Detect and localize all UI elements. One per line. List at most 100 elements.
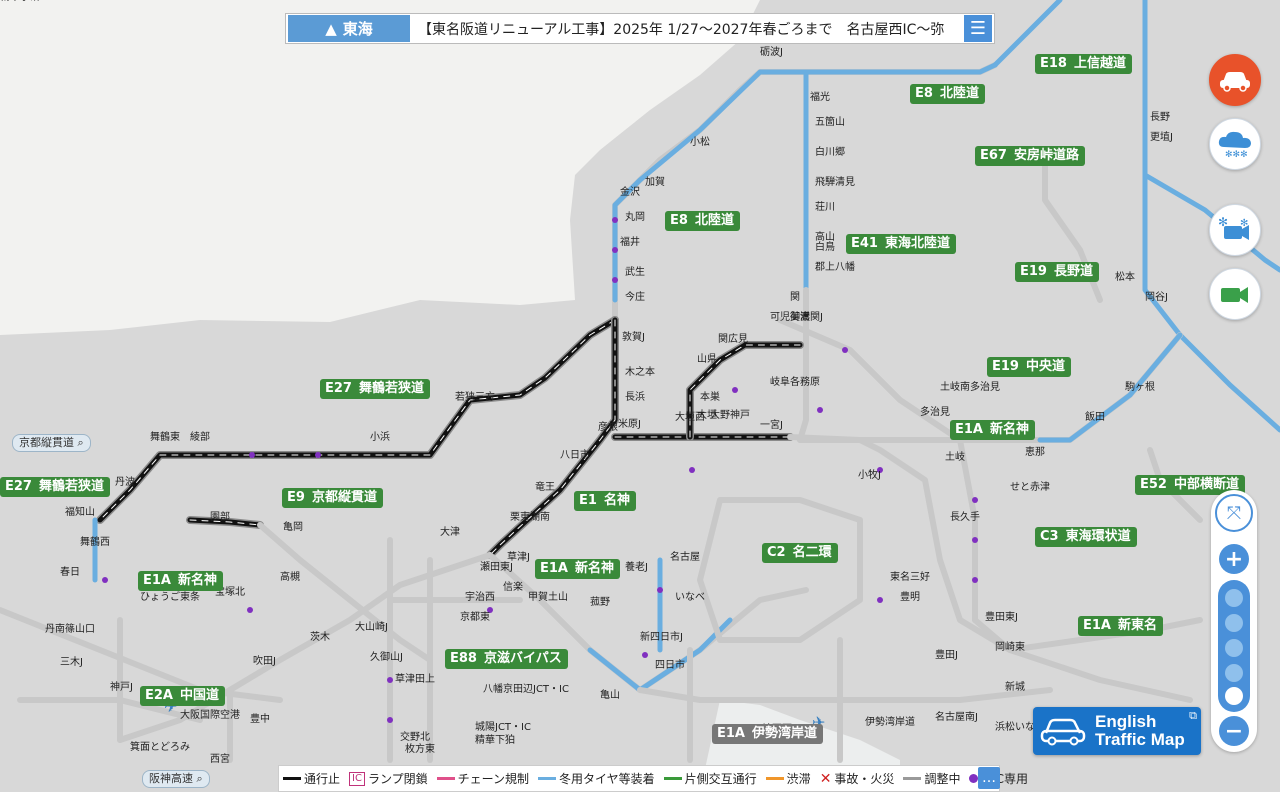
- place-label[interactable]: 本巣: [700, 390, 720, 403]
- etc-marker[interactable]: [817, 407, 823, 413]
- route-badge[interactable]: E9 京都縦貫道: [282, 488, 383, 508]
- place-label[interactable]: 京都東: [460, 610, 490, 623]
- place-label[interactable]: 栗東湖南: [510, 510, 550, 523]
- place-label[interactable]: 可児御嵩: [770, 310, 810, 323]
- place-label[interactable]: 更埴J: [1150, 130, 1173, 143]
- place-label[interactable]: 八日市: [560, 448, 590, 461]
- notice-bar[interactable]: ▲ 東海 【東名阪道リニューアル工事】2025年 1/27〜2027年春ごろまで…: [285, 13, 995, 44]
- place-label[interactable]: 山県: [697, 353, 717, 365]
- etc-marker[interactable]: [972, 537, 978, 543]
- route-badge[interactable]: E41 東海北陸道: [846, 234, 956, 254]
- zoom-out-button[interactable]: −: [1219, 716, 1249, 746]
- place-label[interactable]: 砺波J: [760, 45, 783, 58]
- place-label[interactable]: 荘川: [815, 201, 835, 213]
- etc-marker[interactable]: [247, 607, 253, 613]
- place-label[interactable]: 信楽: [503, 580, 523, 593]
- place-label[interactable]: 豊中: [250, 712, 270, 725]
- place-label[interactable]: いなべ: [675, 591, 705, 603]
- place-label[interactable]: 彦根: [598, 420, 618, 433]
- route-badge[interactable]: E1A 新東名: [1078, 616, 1164, 636]
- place-label[interactable]: 八幡京田辺JCT・IC: [483, 682, 569, 695]
- place-label[interactable]: 名古屋南J: [935, 710, 978, 723]
- place-label[interactable]: 甲賀土山: [528, 590, 568, 603]
- place-label[interactable]: 長野: [1150, 111, 1170, 123]
- place-label[interactable]: 丸岡: [625, 210, 645, 223]
- route-badge[interactable]: C2 名二環: [762, 543, 838, 563]
- route-badge[interactable]: E67 安房峠道路: [975, 146, 1085, 166]
- route-badge[interactable]: E8 北陸道: [665, 211, 740, 231]
- place-label[interactable]: 五箇山: [815, 115, 845, 128]
- etc-marker[interactable]: [972, 577, 978, 583]
- place-label[interactable]: 福知山: [65, 505, 95, 518]
- place-label[interactable]: 四日市: [655, 658, 685, 671]
- place-label[interactable]: 米原J: [618, 417, 641, 430]
- etc-marker[interactable]: [612, 247, 618, 253]
- etc-marker[interactable]: [842, 347, 848, 353]
- region-selector[interactable]: ▲ 東海: [288, 15, 410, 42]
- place-label[interactable]: 多治見: [920, 405, 950, 418]
- zoom-step[interactable]: [1225, 614, 1243, 632]
- route-badge[interactable]: E8 北陸道: [910, 84, 985, 104]
- place-label[interactable]: 恵那: [1025, 445, 1045, 458]
- place-label[interactable]: 一宮J: [760, 418, 783, 431]
- etc-marker[interactable]: [732, 387, 738, 393]
- route-badge[interactable]: E1A 新名神: [138, 571, 224, 591]
- place-label[interactable]: 舞鶴東: [150, 430, 180, 443]
- place-label[interactable]: 東名三好: [890, 570, 930, 583]
- place-label[interactable]: 精華学研: [0, 0, 40, 3]
- etc-marker[interactable]: [612, 217, 618, 223]
- menu-button[interactable]: ☰: [964, 15, 992, 42]
- place-label[interactable]: 高槻: [280, 570, 300, 583]
- place-label[interactable]: せと赤津: [1010, 481, 1050, 493]
- place-label[interactable]: 丹南篠山口: [45, 622, 95, 635]
- place-label[interactable]: 大津: [440, 525, 460, 538]
- snow-camera-button[interactable]: ✻ ✻: [1209, 204, 1261, 256]
- zoom-in-button[interactable]: +: [1219, 544, 1249, 574]
- place-label[interactable]: 舞鶴西: [80, 535, 110, 548]
- place-label[interactable]: 宇治西: [465, 590, 495, 603]
- place-label[interactable]: 亀山: [600, 688, 620, 701]
- traffic-map[interactable]: 大阪国際空港中部国際空港敦賀J米原J一宮J小牧J吹田J豊田J長野更埴J岡谷J福光…: [0, 0, 1280, 792]
- place-label[interactable]: 加賀: [645, 176, 665, 188]
- place-label[interactable]: 土岐: [945, 450, 965, 463]
- legend-more-button[interactable]: …: [978, 767, 1000, 789]
- zoom-thumb[interactable]: [1225, 687, 1243, 705]
- place-label[interactable]: 大野神戸: [710, 408, 750, 421]
- place-label[interactable]: 白川郷: [815, 145, 845, 158]
- place-label[interactable]: 交野北: [400, 730, 430, 743]
- route-badge[interactable]: E19 中央道: [987, 357, 1071, 377]
- route-badge[interactable]: E1 名神: [574, 491, 636, 511]
- place-label[interactable]: 飯田: [1085, 410, 1105, 423]
- place-label[interactable]: 西宮: [210, 752, 230, 765]
- place-label[interactable]: 大阪国際空港: [180, 708, 240, 721]
- route-badge[interactable]: E1A 新名神: [950, 420, 1036, 440]
- place-label[interactable]: ひょうご東条: [140, 590, 200, 603]
- place-label[interactable]: 名古屋: [670, 550, 700, 563]
- place-label[interactable]: 神戸J: [110, 680, 133, 693]
- english-traffic-map-button[interactable]: English Traffic Map ⧉: [1033, 707, 1201, 755]
- route-badge[interactable]: E19 長野道: [1015, 262, 1099, 282]
- place-label[interactable]: 精華下狛: [475, 733, 515, 746]
- etc-marker[interactable]: [689, 467, 695, 473]
- place-label[interactable]: 豊田J: [935, 648, 958, 661]
- weather-button[interactable]: ✻✻✻: [1209, 118, 1261, 170]
- route-badge[interactable]: E27 舞鶴若狭道: [320, 379, 430, 399]
- etc-marker[interactable]: [315, 452, 321, 458]
- place-label[interactable]: 土岐南多治見: [940, 380, 1000, 393]
- place-label[interactable]: 草津田上: [395, 673, 435, 685]
- etc-marker[interactable]: [642, 652, 648, 658]
- place-label[interactable]: 瀬田東J: [480, 560, 513, 573]
- place-label[interactable]: 関: [790, 291, 800, 303]
- place-label[interactable]: 吹田J: [253, 654, 276, 667]
- place-label[interactable]: 春日: [60, 566, 80, 578]
- route-badge[interactable]: C3 東海環状道: [1035, 527, 1137, 547]
- place-label[interactable]: 丹波: [115, 475, 135, 488]
- place-label[interactable]: 豊田東J: [985, 610, 1018, 623]
- zoom-step[interactable]: [1225, 589, 1243, 607]
- place-label[interactable]: 茨木: [310, 630, 330, 643]
- place-label[interactable]: 若狭三方: [455, 390, 495, 403]
- place-label[interactable]: 豊明: [900, 590, 920, 603]
- route-badge[interactable]: E1A 伊勢湾岸道: [712, 724, 824, 744]
- place-label[interactable]: 金沢: [620, 185, 640, 198]
- camera-button[interactable]: [1209, 268, 1261, 320]
